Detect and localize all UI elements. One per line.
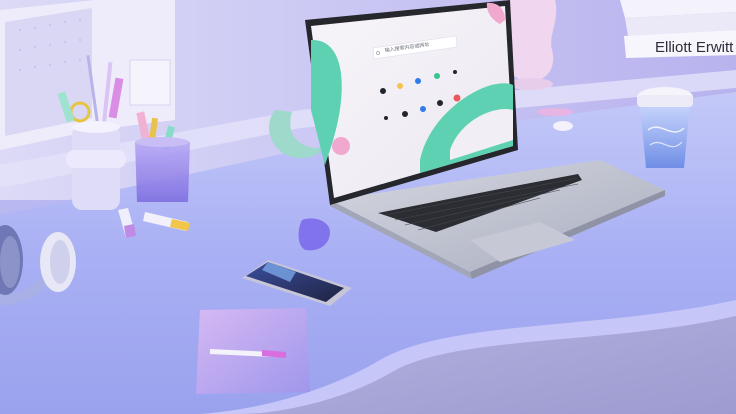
shortcut-icon[interactable] xyxy=(453,70,457,74)
note-pad xyxy=(196,308,310,394)
sticky-note xyxy=(129,59,171,106)
shortcut-icon[interactable] xyxy=(397,83,403,89)
shortcut-icon[interactable] xyxy=(415,78,421,84)
shortcut-icon[interactable] xyxy=(437,100,443,106)
screen-pink-dot xyxy=(332,137,350,155)
coffee-cup xyxy=(637,87,693,168)
shortcut-icon[interactable] xyxy=(453,94,461,102)
shortcut-icon[interactable] xyxy=(434,73,440,79)
scene-illustration: Elliott Erwitt Sna xyxy=(0,0,736,414)
shortcut-icon[interactable] xyxy=(380,88,386,94)
shortcut-icon[interactable] xyxy=(384,116,388,120)
book-stack: Elliott Erwitt Sna xyxy=(620,0,736,58)
shortcut-icon[interactable] xyxy=(402,111,408,117)
shortcut-icon[interactable] xyxy=(420,106,426,112)
decor-pill xyxy=(537,108,573,116)
desk-scene: Elliott Erwitt Sna xyxy=(0,0,736,414)
decor-stone xyxy=(553,121,573,131)
book-spine-title: Elliott Erwitt Sna xyxy=(655,39,736,56)
